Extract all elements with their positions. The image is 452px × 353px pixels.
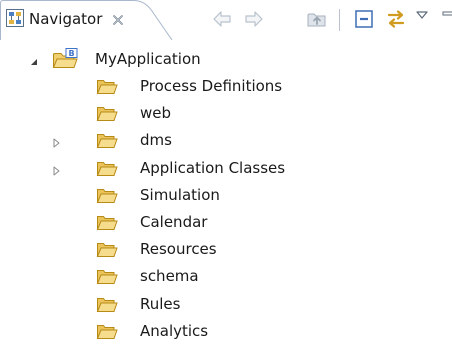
folder-icon [96, 267, 118, 285]
minimize-icon [442, 11, 452, 16]
navigator-view: Navigator B MyApplication Process Defini… [0, 0, 452, 353]
folder-icon [96, 159, 118, 177]
folder-icon [96, 295, 118, 313]
tree-item-myapplication[interactable]: B MyApplication [0, 45, 452, 73]
tree-item-calendar[interactable]: Calendar [0, 208, 452, 236]
link-with-editor-button[interactable] [384, 7, 408, 31]
up-button[interactable] [305, 7, 329, 31]
tree-item-application-classes[interactable]: Application Classes [0, 154, 452, 182]
tree-item-label: Analytics [140, 321, 209, 340]
navigator-view-icon [6, 9, 24, 27]
tree-item-web[interactable]: web [0, 99, 452, 127]
tree-item-resources[interactable]: Resources [0, 235, 452, 263]
toolbar-separator [339, 9, 340, 31]
tree-item-schema[interactable]: schema [0, 262, 452, 290]
tree-item-simulation[interactable]: Simulation [0, 181, 452, 209]
collapse-all-button[interactable] [352, 7, 376, 31]
tree-item-process-definitions[interactable]: Process Definitions [0, 72, 452, 100]
tree-item-label: dms [140, 131, 172, 150]
tree-item-label: MyApplication [95, 50, 201, 68]
tree-item-dms[interactable]: dms [0, 126, 452, 154]
forward-button[interactable] [242, 7, 266, 31]
collapse-all-icon [355, 10, 373, 28]
svg-text:B: B [69, 49, 75, 58]
expanded-twisty-icon[interactable] [28, 53, 40, 65]
collapsed-twisty-icon[interactable] [50, 134, 62, 148]
tree-item-label: web [140, 104, 172, 123]
folder-icon [96, 240, 118, 258]
arrow-left-icon [213, 11, 231, 27]
tree-item-label: Application Classes [140, 158, 286, 177]
back-button[interactable] [210, 7, 234, 31]
folder-icon [96, 322, 118, 340]
tree-item-label: Rules [140, 294, 181, 313]
view-menu-button[interactable] [414, 7, 438, 31]
folder-icon [96, 131, 118, 149]
link-with-editor-icon [387, 10, 405, 28]
tree-item-label: Process Definitions [140, 77, 283, 95]
up-folder-icon [307, 13, 326, 27]
project-folder-icon: B [52, 48, 80, 70]
minimize-button[interactable] [440, 7, 452, 31]
tree-item-label: Simulation [140, 185, 220, 204]
close-icon[interactable] [111, 12, 125, 26]
tree-item-label: Calendar [140, 213, 208, 231]
view-menu-icon [416, 11, 428, 19]
tab-navigator[interactable]: Navigator [0, 0, 178, 40]
view-toolbar: Navigator [0, 0, 452, 40]
tree-item-label: Resources [140, 240, 217, 259]
arrow-right-icon [245, 11, 263, 27]
collapsed-twisty-icon[interactable] [50, 162, 62, 176]
tab-title: Navigator [29, 10, 103, 28]
tree-item-label: schema [140, 267, 199, 286]
folder-icon [96, 213, 118, 231]
tree-item-rules[interactable]: Rules [0, 290, 452, 318]
folder-icon [96, 186, 118, 204]
tree-item-analytics[interactable]: Analytics [0, 317, 452, 345]
folder-icon [96, 77, 118, 95]
folder-icon [96, 104, 118, 122]
